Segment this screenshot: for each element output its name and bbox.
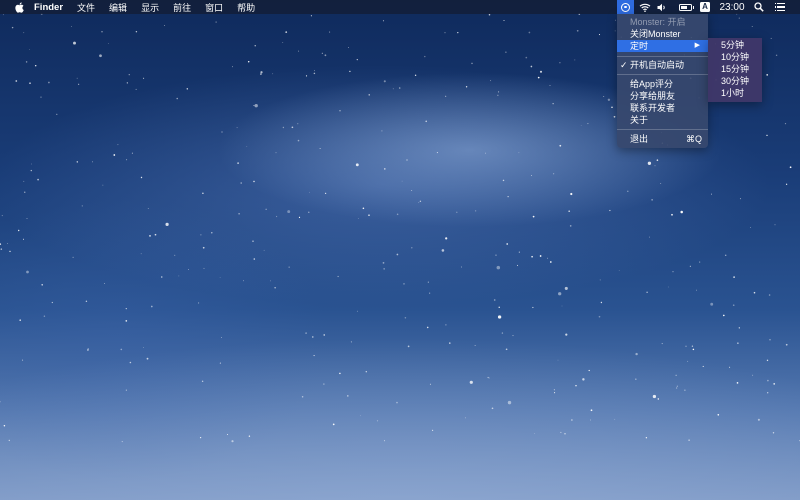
menu-view[interactable]: 显示: [141, 1, 159, 14]
timer-menu-item[interactable]: 定时 ▶: [617, 40, 708, 52]
autostart-label: 开机自动启动: [630, 60, 685, 70]
rate-app-item[interactable]: 给App评分: [617, 78, 708, 90]
menu-separator: [617, 56, 708, 57]
menu-help[interactable]: 帮助: [237, 1, 255, 14]
timer-option-15min[interactable]: 15分钟: [708, 63, 762, 75]
spotlight-icon[interactable]: [753, 0, 765, 14]
menu-separator: [617, 74, 708, 75]
timer-option-30min[interactable]: 30分钟: [708, 75, 762, 87]
quit-label: 退出: [630, 134, 649, 144]
wifi-icon[interactable]: [637, 0, 653, 14]
timer-option-10min[interactable]: 10分钟: [708, 51, 762, 63]
menu-edit[interactable]: 编辑: [109, 1, 127, 14]
menubar-clock[interactable]: 23:00: [718, 0, 746, 14]
quit-shortcut: ⌘Q: [685, 134, 702, 144]
share-item[interactable]: 分享给朋友: [617, 90, 708, 102]
menu-bar: Finder 文件 编辑 显示 前往 窗口 帮助 A 23:00: [0, 0, 800, 14]
menu-status-label: Monster: 开启: [630, 17, 686, 27]
volume-icon[interactable]: [655, 0, 668, 14]
contact-developer-item[interactable]: 联系开发者: [617, 102, 708, 114]
about-item[interactable]: 关于: [617, 114, 708, 126]
menu-app-finder[interactable]: Finder: [34, 2, 63, 13]
timer-submenu: 5分钟 10分钟 15分钟 30分钟 1小时: [708, 38, 762, 102]
quit-item[interactable]: 退出 ⌘Q: [617, 133, 708, 145]
menu-go[interactable]: 前往: [173, 1, 191, 14]
menu-separator: [617, 129, 708, 130]
input-source-icon[interactable]: A: [699, 0, 711, 14]
apple-icon[interactable]: [10, 0, 28, 14]
autostart-menu-item[interactable]: ✓ 开机自动启动: [617, 59, 708, 71]
timer-option-5min[interactable]: 5分钟: [708, 39, 762, 51]
notification-center-icon[interactable]: [773, 0, 787, 14]
battery-icon[interactable]: [677, 0, 694, 14]
submenu-arrow-icon: ▶: [694, 42, 700, 49]
monster-icon[interactable]: [617, 0, 634, 14]
menu-window[interactable]: 窗口: [205, 1, 223, 14]
timer-label: 定时: [630, 41, 649, 51]
checkmark-icon: ✓: [620, 60, 628, 70]
menu-file[interactable]: 文件: [77, 1, 95, 14]
timer-option-1hour[interactable]: 1小时: [708, 87, 762, 99]
close-monster-item[interactable]: 关闭Monster: [617, 28, 708, 40]
monster-dropdown-menu: Monster: 开启 关闭Monster 定时 ▶ ✓ 开机自动启动 给App…: [617, 14, 708, 148]
